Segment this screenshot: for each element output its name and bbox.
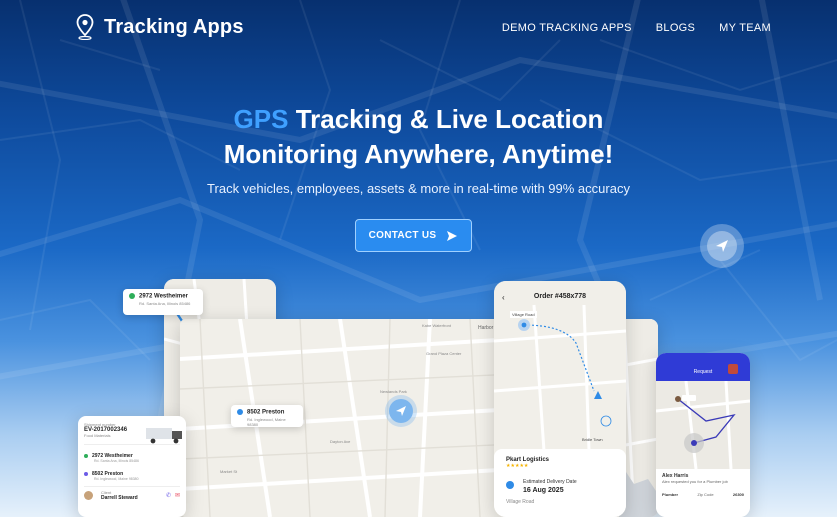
request-details: Alex Harris Alex requested you for a Plu… [656,469,750,517]
start-dot-icon [84,454,88,458]
map-end-label: Bridle Town [582,437,603,442]
end-pin-icon [237,409,243,415]
navigation-arrow-icon [396,406,406,416]
nav-link-my-team[interactable]: MY TEAM [719,22,771,34]
floating-navigation-badge [700,224,744,268]
vehicle-marker[interactable] [389,399,413,423]
delivery-address: Village Road [506,499,535,505]
end-location-popup[interactable]: 8502 Preston Rd. Inglewood, Maine 98380 [231,405,303,427]
send-icon [447,230,458,241]
delivery-label: Estimated Delivery Date [523,479,577,485]
chat-icon[interactable]: ✉ [175,492,180,499]
map-label: Kabe Waterfront [422,323,451,328]
avatar [728,364,738,374]
nav-links: DEMO TRACKING APPS BLOGS MY TEAM [502,22,771,34]
popup-subtitle: Rd. Santa Ana, Illinois 85486 [139,300,191,306]
map-label: Newlands Park [380,389,407,394]
request-header-title: Request [693,369,713,375]
avatar [84,491,93,500]
nav-link-blogs[interactable]: BLOGS [656,22,695,34]
request-row-extra: 26300 [732,492,744,497]
hero-subtitle: Track vehicles, employees, assets & more… [207,181,630,196]
order-phone-mockup: ‹ Order #458x778 Village Road Bridle Tow… [494,281,626,517]
contact-us-label: CONTACT US [368,230,437,241]
hero-headline: GPS Tracking & Live Location Monitoring … [0,102,837,172]
location-pin-icon [76,14,94,40]
request-row: Plumber Zip Code 26300 [662,492,744,497]
shipment-card: Shipment number EV-2017002346 Food Mater… [78,416,186,517]
headline-accent: GPS [233,104,289,134]
request-phone-mockup: Request Alex Harris Alex requested you f… [656,353,750,517]
popup-subtitle: Rd. Inglewood, Maine 98380 [247,416,286,427]
map-pin-label: Village Road [510,311,537,318]
start-location-popup[interactable]: 2972 Westheimer Rd. Santa Ana, Illinois … [123,289,203,315]
logo[interactable]: Tracking Apps [76,14,244,40]
truck-icon [146,428,182,444]
map-label: Harbor [478,325,494,331]
map-label: Market St [220,469,238,474]
request-row-label: Plumber [662,492,679,497]
request-map [656,380,750,470]
nav-link-demo-tracking-apps[interactable]: DEMO TRACKING APPS [502,22,632,34]
order-details-sheet: Pkart Logistics ★★★★★ Estimated Delivery… [494,449,626,517]
popup-title: 2972 Westheimer [139,293,188,300]
calendar-icon [506,481,514,489]
top-nav: Tracking Apps DEMO TRACKING APPS BLOGS M… [0,0,837,60]
request-text: Alex requested you for a Plumber job [662,479,728,484]
map-label: Dayton Ave [330,439,351,444]
map-label: Grand Plaza Center [426,351,462,356]
start-dot-icon [129,293,135,299]
request-route-map [656,380,750,470]
headline-line2: Monitoring Anywhere, Anytime! [223,139,614,169]
headline-line1: Tracking & Live Location [288,104,604,134]
phone-icon[interactable]: ✆ [166,492,171,499]
hero-section: Tracking Apps DEMO TRACKING APPS BLOGS M… [0,0,837,517]
order-title: Order #458x778 [533,293,587,300]
delivery-date: 16 Aug 2025 [523,487,564,494]
request-row-value: Zip Code [697,492,714,497]
popup-title: 8502 Preston [247,409,285,416]
stop-subtitle: Rd. Santa Ana, Illinois 85486 [94,459,139,463]
end-pin-icon [84,472,88,476]
stop-subtitle: Rd. Inglewood, Maine 98380 [94,477,139,481]
contact-us-button[interactable]: CONTACT US [355,219,472,252]
client-name: Darrell Steward [101,495,138,501]
navigation-arrow-icon [716,240,728,252]
logo-text: Tracking Apps [104,15,244,38]
